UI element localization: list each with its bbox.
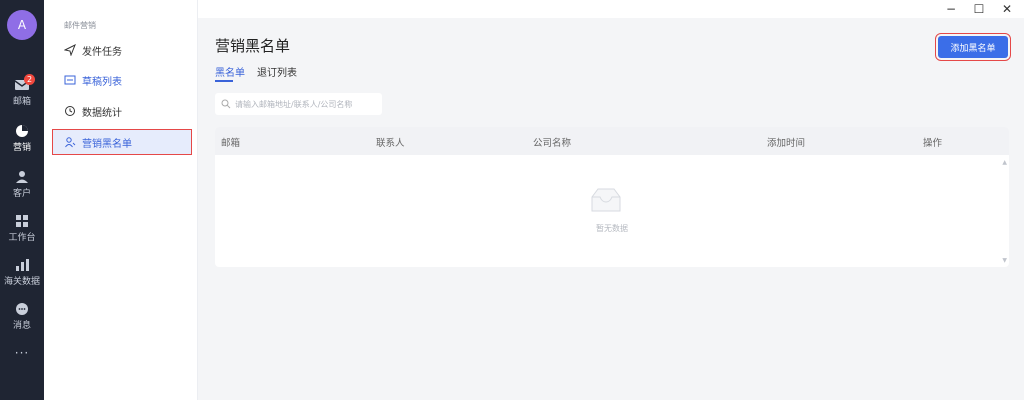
add-blacklist-button[interactable]: 添加黑名单	[935, 33, 1011, 61]
tab-unsubscribe-list[interactable]: 退订列表	[257, 64, 297, 82]
menu-item-label: 营销黑名单	[82, 138, 132, 150]
unread-badge: 2	[24, 74, 35, 85]
send-icon	[64, 44, 76, 56]
menu-item-blacklist[interactable]: 营销黑名单	[52, 129, 192, 155]
empty-state: 暂无数据 ▲ ▼	[215, 155, 1009, 267]
search-box	[215, 93, 382, 115]
app-rail: A 2 邮箱 营销 客户 工作台 海关数据 消息 ···	[0, 0, 44, 400]
minimize-button[interactable]: −	[938, 0, 964, 18]
search-input[interactable]	[235, 99, 375, 109]
scroll-down-arrow[interactable]: ▼	[1002, 257, 1007, 264]
main-content: 营销黑名单 添加黑名单 黑名单 退订列表 邮箱 联系人 公司名称 添加时间 操作…	[198, 18, 1024, 400]
rail-item-label: 消息	[12, 321, 31, 331]
user-block-icon	[65, 137, 76, 148]
menu-item-statistics[interactable]: 数据统计	[52, 98, 192, 124]
menu-item-label: 数据统计	[82, 107, 122, 119]
empty-inbox-icon	[591, 188, 621, 212]
column-header-email: 邮箱	[221, 138, 241, 149]
clock-icon	[65, 106, 75, 116]
pie-chart-icon	[16, 125, 28, 137]
chat-bubble-icon	[16, 303, 28, 315]
menu-item-send-tasks[interactable]: 发件任务	[52, 37, 192, 63]
column-header-added-time: 添加时间	[767, 138, 806, 149]
page-title: 营销黑名单	[215, 37, 291, 55]
scroll-up-arrow[interactable]: ▲	[1002, 159, 1007, 166]
tab-bar: 黑名单 退订列表	[215, 64, 297, 82]
maximize-button[interactable]: ☐	[966, 0, 992, 18]
more-button[interactable]: ···	[0, 346, 44, 360]
tab-blacklist[interactable]: 黑名单	[215, 64, 245, 82]
table-header: 邮箱 联系人 公司名称 添加时间 操作	[215, 127, 1009, 155]
column-header-company: 公司名称	[533, 138, 572, 149]
rail-item-mail[interactable]: 2 邮箱	[0, 74, 44, 107]
rail-item-label: 营销	[12, 143, 31, 153]
rail-item-messages[interactable]: 消息	[0, 302, 44, 331]
customers-icon	[16, 171, 28, 183]
menu-item-label: 发件任务	[82, 46, 122, 58]
blacklist-table: 邮箱 联系人 公司名称 添加时间 操作 暂无数据 ▲ ▼	[215, 127, 1009, 267]
rail-item-label: 客户	[12, 189, 31, 199]
secondary-menu: 邮件营销 发件任务 草稿列表 数据统计 营销黑名单	[44, 0, 198, 400]
rail-item-customers[interactable]: 客户	[0, 170, 44, 199]
window-titlebar: − ☐ ✕	[198, 0, 1024, 18]
bar-chart-icon	[16, 259, 29, 271]
grid-icon	[16, 215, 28, 227]
menu-item-drafts[interactable]: 草稿列表	[52, 67, 192, 93]
submenu-title: 邮件营销	[64, 21, 96, 30]
rail-item-marketing[interactable]: 营销	[0, 124, 44, 153]
rail-item-workbench[interactable]: 工作台	[0, 214, 44, 243]
rail-item-label: 海关数据	[3, 277, 40, 287]
search-icon	[221, 99, 231, 109]
column-header-actions: 操作	[923, 138, 943, 149]
draft-box-icon	[64, 75, 76, 85]
empty-text: 暂无数据	[596, 224, 628, 233]
column-header-contact: 联系人	[376, 138, 405, 149]
rail-item-label: 邮箱	[12, 97, 31, 107]
close-button[interactable]: ✕	[994, 0, 1020, 18]
menu-item-label: 草稿列表	[82, 76, 122, 88]
rail-item-customs-data[interactable]: 海关数据	[0, 258, 44, 287]
rail-item-label: 工作台	[8, 233, 36, 243]
avatar[interactable]: A	[7, 10, 37, 40]
